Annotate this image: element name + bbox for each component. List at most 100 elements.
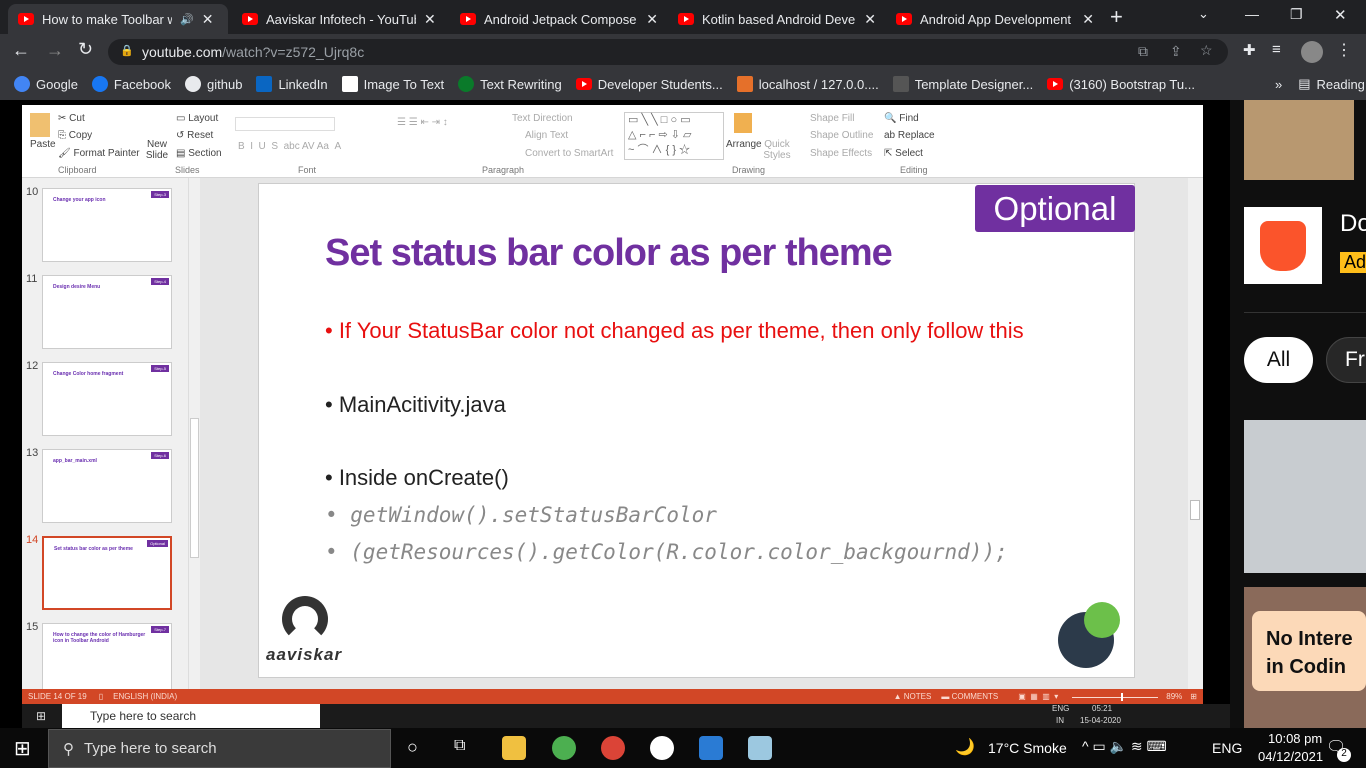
arrange-button[interactable]: Arrange — [726, 139, 762, 150]
zoom-level[interactable]: 89% — [1166, 692, 1182, 701]
close-tab-icon[interactable]: ✕ — [864, 11, 876, 28]
chrome-icon[interactable] — [552, 736, 576, 760]
ai-app-icon[interactable] — [650, 736, 674, 760]
extensions-icon[interactable]: ✚ — [1243, 41, 1256, 59]
quick-styles-button[interactable]: Quick Styles — [762, 139, 792, 161]
bookmark-facebook[interactable]: Facebook — [91, 76, 171, 92]
bookmark-bootstrap[interactable]: (3160) Bootstrap Tu... — [1047, 77, 1195, 92]
paste-button[interactable]: Paste — [30, 139, 56, 150]
chrome-profile-icon[interactable] — [601, 736, 625, 760]
bookmark-github[interactable]: github — [185, 76, 242, 92]
start-button[interactable]: ⊞ — [14, 736, 31, 761]
shape-fill-button[interactable]: Shape Fill — [810, 113, 854, 124]
find-button[interactable]: 🔍 Find — [884, 113, 919, 124]
chip-all[interactable]: All — [1244, 337, 1313, 383]
slide-thumbnail[interactable]: Change Color home fragment Step-5 — [42, 362, 172, 436]
bookmark-image-to-text[interactable]: Image To Text — [341, 76, 444, 92]
copy-button[interactable]: ⎘ Copy — [58, 130, 92, 141]
share-icon[interactable]: ⇪ — [1170, 43, 1182, 60]
chip-filter[interactable]: Fr — [1326, 337, 1366, 383]
bookmark-developer-students[interactable]: Developer Students... — [575, 77, 723, 92]
reading-list-button[interactable]: ▤Reading list — [1298, 76, 1366, 92]
slide-thumbnail[interactable]: app_bar_main.xml Step-6 — [42, 449, 172, 523]
notepad-icon[interactable] — [748, 736, 772, 760]
language-indicator[interactable]: ENG — [1212, 740, 1242, 756]
slide-thumbnail[interactable]: Set status bar color as per theme Optiona… — [42, 536, 172, 610]
close-window-button[interactable]: ✕ — [1334, 6, 1347, 24]
tab-1[interactable]: Aaviskar Infotech - YouTube ✕ — [232, 4, 450, 34]
slide-thumbnail[interactable]: Design desire Menu Step-4 — [42, 275, 172, 349]
brave-ad-logo[interactable] — [1244, 207, 1322, 284]
slide-thumbnail[interactable]: Change your app icon Step-3 — [42, 188, 172, 262]
bookmark-template-designer[interactable]: Template Designer... — [892, 76, 1033, 92]
tray-icons[interactable]: ^ ▭ 🔈 ≋ ⌨ — [1082, 738, 1167, 755]
scroll-thumb[interactable] — [190, 418, 199, 558]
list-buttons[interactable]: ☰ ☰ ⇤ ⇥ ↕ — [397, 117, 448, 128]
shape-effects-button[interactable]: Shape Effects — [810, 148, 872, 159]
convert-smartart-button[interactable]: Convert to SmartArt — [525, 148, 613, 159]
bookmark-localhost[interactable]: localhost / 127.0.0.... — [736, 76, 879, 92]
menu-icon[interactable]: ⋮ — [1336, 40, 1352, 60]
text-direction-button[interactable]: Text Direction — [512, 113, 573, 124]
notes-button[interactable]: ▲ NOTES — [894, 692, 932, 701]
video-thumbnail[interactable] — [1244, 100, 1354, 180]
weather-icon[interactable]: 🌙 — [955, 737, 975, 757]
tab-0[interactable]: How to make Toolbar with🔊✕ — [8, 4, 228, 34]
font-format-buttons[interactable]: B I U S abc AV Aa A — [238, 141, 341, 152]
new-tab-button[interactable]: + — [1110, 4, 1123, 30]
bookmark-google[interactable]: Google — [14, 76, 78, 92]
profile-avatar[interactable] — [1301, 41, 1323, 63]
tab-2[interactable]: Android Jetpack Compose Tu ✕ — [450, 4, 668, 34]
close-tab-icon[interactable]: ✕ — [1082, 11, 1094, 28]
thumbnails-scrollbar[interactable] — [188, 178, 200, 689]
font-family-select[interactable] — [235, 117, 335, 131]
bookmark-linkedin[interactable]: LinkedIn — [256, 76, 328, 92]
tab-search-icon[interactable]: ⌄ — [1198, 6, 1209, 22]
spellcheck-icon[interactable]: ▯ — [99, 692, 103, 701]
video-thumbnail[interactable] — [1244, 420, 1366, 573]
address-bar[interactable]: 🔒 youtube.com/watch?v=z572_Ujrq8c ⧉ ⇪ ☆ — [108, 39, 1228, 65]
close-tab-icon[interactable]: ✕ — [646, 11, 658, 28]
select-button[interactable]: ⇱ Select — [884, 148, 923, 159]
zoom-slider[interactable] — [1072, 692, 1159, 701]
replace-button[interactable]: ab Replace — [884, 130, 935, 141]
format-painter-button[interactable]: 🖌 Format Painter — [58, 148, 140, 159]
shapes-gallery[interactable]: ▭ ╲ ╲ □ ○ ▭ △ ⌐ ⌐ ⇨ ⇩ ▱ ~ ⌒ ∧ { } ☆ — [624, 112, 724, 160]
reload-button[interactable]: ↻ — [78, 39, 93, 60]
tab-4[interactable]: Android App Development T ✕ — [886, 4, 1104, 34]
photos-icon[interactable] — [699, 736, 723, 760]
taskbar-search[interactable]: ⚲ Type here to search — [48, 729, 391, 768]
cortana-icon[interactable]: ○ — [407, 737, 418, 758]
close-tab-icon[interactable]: ✕ — [202, 11, 214, 28]
weather-text[interactable]: 17°C Smoke — [988, 740, 1067, 756]
section-button[interactable]: ▤ Section — [176, 148, 222, 159]
shape-outline-button[interactable]: Shape Outline — [810, 130, 873, 141]
bookmarks-overflow-button[interactable]: » — [1275, 77, 1282, 92]
view-buttons[interactable]: ▣ ▦ ▥ ▾ — [1018, 692, 1058, 701]
minimize-button[interactable]: — — [1245, 6, 1259, 22]
fit-slide-icon[interactable]: ⊞ — [1190, 692, 1197, 701]
back-button[interactable]: ← — [12, 40, 30, 61]
tab-3[interactable]: Kotlin based Android Develo ✕ — [668, 4, 886, 34]
bookmark-star-icon[interactable]: ☆ — [1200, 42, 1213, 59]
bookmark-text-rewriting[interactable]: Text Rewriting — [458, 76, 562, 92]
video-thumbnail[interactable]: No Intere in Codin — [1244, 587, 1366, 728]
language-status[interactable]: ENGLISH (INDIA) — [113, 692, 177, 701]
slide-scrollbar[interactable] — [1188, 178, 1203, 689]
task-view-icon[interactable]: ⧉ — [454, 737, 465, 755]
restore-button[interactable]: ❐ — [1290, 6, 1303, 23]
ad-title[interactable]: Do — [1340, 210, 1366, 238]
forward-button[interactable]: → — [46, 40, 64, 61]
slide-thumbnail[interactable]: How to change the color of Hamburger ico… — [42, 623, 172, 697]
cut-button[interactable]: ✂ Cut — [58, 113, 85, 124]
open-in-app-icon[interactable]: ⧉ — [1138, 43, 1148, 60]
align-text-button[interactable]: Align Text — [525, 130, 568, 141]
new-slide-button[interactable]: New Slide — [144, 139, 170, 161]
zoom-slider-thumb[interactable] — [1121, 692, 1124, 701]
file-explorer-icon[interactable] — [502, 736, 526, 760]
clock-time[interactable]: 10:08 pm — [1268, 731, 1322, 746]
media-control-icon[interactable]: ≡ — [1272, 41, 1281, 58]
comments-button[interactable]: ▬ COMMENTS — [941, 692, 998, 701]
scroll-thumb[interactable] — [1190, 500, 1200, 520]
clock-date[interactable]: 04/12/2021 — [1258, 749, 1323, 764]
